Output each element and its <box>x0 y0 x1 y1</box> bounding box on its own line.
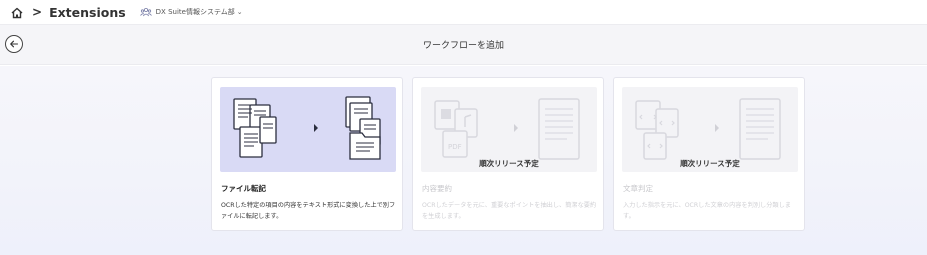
workflow-gallery: ファイル転記 OCRした特定の項目の内容をテキスト形式に変換した上で別ファイルに… <box>0 66 927 255</box>
svg-text:PDF: PDF <box>448 143 462 151</box>
team-icon <box>139 7 152 17</box>
top-nav: > Extensions DX Suite情報システム部 ⌄ <box>0 0 927 24</box>
app-title[interactable]: Extensions <box>49 5 126 20</box>
card-description: OCRした特定の項目の内容をテキスト形式に変換した上で別ファイルに転記します。 <box>221 202 396 220</box>
document-transfer-icon <box>233 96 381 160</box>
breadcrumb-separator: > <box>32 5 43 19</box>
release-status-badge: 順次リリース予定 <box>479 159 539 168</box>
card-description: OCRしたデータを元に、重要なポイントを抽出し、簡潔な要約を生成します。 <box>422 202 597 220</box>
card-illustration <box>220 87 396 172</box>
workflow-card-file-transfer[interactable]: ファイル転記 OCRした特定の項目の内容をテキスト形式に変換した上で別ファイルに… <box>211 77 403 231</box>
chevron-down-icon: ⌄ <box>236 8 243 16</box>
workflow-card-summary: PDF 順次リリース予定 内容要約 OCRしたデータを元に、重要なポイントを抽出… <box>412 77 604 231</box>
home-icon[interactable] <box>10 5 24 19</box>
card-title: 文章判定 <box>623 184 653 193</box>
page-title: ワークフローを追加 <box>422 41 504 51</box>
card-illustration: PDF 順次リリース予定 <box>421 87 597 172</box>
release-status-badge: 順次リリース予定 <box>680 159 740 168</box>
card-description: 入力した指示を元に、OCRした文章の内容を判別し分類します。 <box>623 202 791 220</box>
org-name: DX Suite情報システム部 <box>155 8 235 16</box>
card-illustration: 順次リリース予定 <box>622 87 798 172</box>
card-title: ファイル転記 <box>221 184 266 193</box>
workflow-card-classification: 順次リリース予定 文章判定 入力した指示を元に、OCRした文章の内容を判別し分類… <box>613 77 805 231</box>
page-header: ワークフローを追加 <box>0 24 927 65</box>
card-title: 内容要約 <box>422 184 452 193</box>
org-selector[interactable]: DX Suite情報システム部 ⌄ <box>139 7 243 17</box>
